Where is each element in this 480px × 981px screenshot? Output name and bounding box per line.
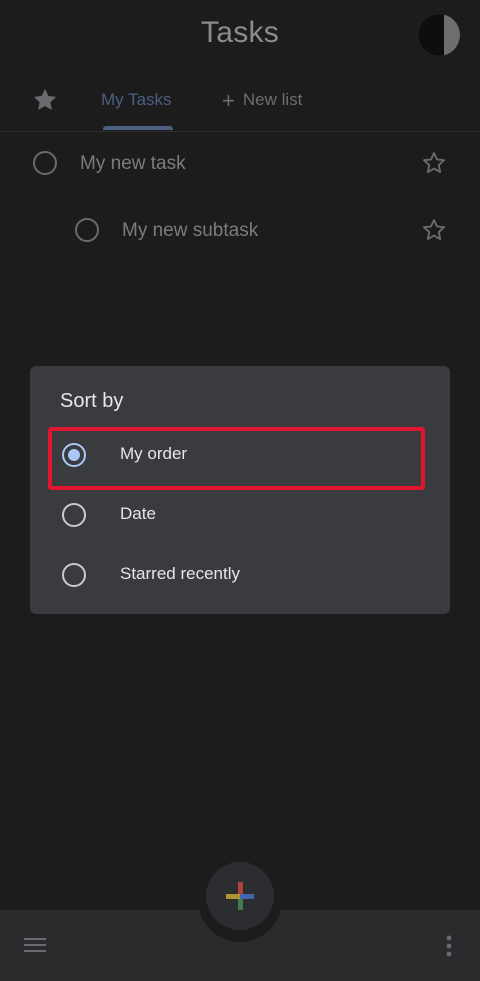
task-title: My new task xyxy=(80,153,186,174)
dialog-title: Sort by xyxy=(60,390,124,412)
active-tab-indicator xyxy=(103,126,173,130)
sort-dialog: Sort by My order Date Starred recently xyxy=(30,366,450,614)
tab-my-tasks[interactable]: My Tasks xyxy=(101,90,172,110)
menu-icon[interactable] xyxy=(24,936,48,961)
radio-button[interactable] xyxy=(62,503,86,527)
tab-new-list-label: New list xyxy=(242,90,303,109)
option-label: Date xyxy=(120,504,156,523)
tabs-bar: My Tasks + New list xyxy=(0,72,480,132)
add-icon xyxy=(226,882,254,910)
task-row[interactable]: My new task xyxy=(0,138,480,188)
app-title: Tasks xyxy=(200,16,280,49)
selection-highlight-box xyxy=(48,427,425,490)
subtask-row[interactable]: My new subtask xyxy=(0,205,480,255)
tab-new-list[interactable]: + New list xyxy=(222,87,303,113)
sort-option-starred-recently[interactable]: Starred recently xyxy=(30,545,450,605)
subtask-title: My new subtask xyxy=(122,220,259,241)
avatar-image xyxy=(418,14,444,56)
tab-starred[interactable] xyxy=(31,86,59,119)
star-filled-icon xyxy=(33,88,57,110)
star-outline-icon[interactable] xyxy=(420,149,448,177)
more-vert-icon[interactable] xyxy=(444,934,454,963)
account-avatar[interactable] xyxy=(418,14,460,56)
task-checkbox[interactable] xyxy=(33,151,57,175)
radio-button[interactable] xyxy=(62,563,86,587)
sort-option-date[interactable]: Date xyxy=(30,485,450,545)
add-task-button[interactable] xyxy=(206,862,274,930)
subtask-checkbox[interactable] xyxy=(75,218,99,242)
option-label: Starred recently xyxy=(120,564,240,583)
star-outline-icon[interactable] xyxy=(420,216,448,244)
plus-icon: + xyxy=(222,87,235,113)
